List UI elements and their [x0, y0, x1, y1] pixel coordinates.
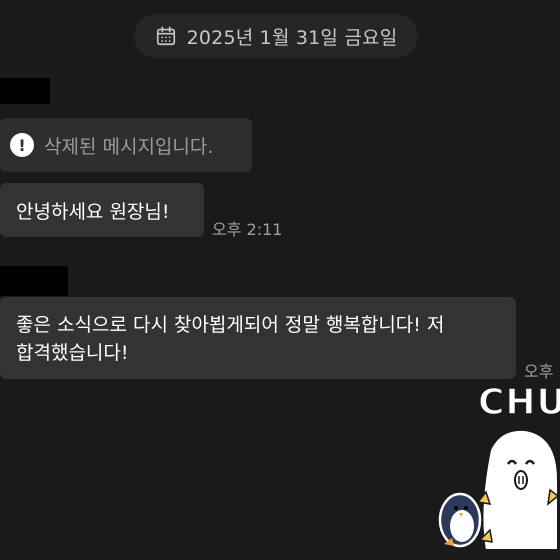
message-time: 오후 2:11 [212, 220, 283, 239]
message-bubble[interactable]: 안녕하세요 원장님! [0, 183, 204, 237]
date-text: 2025년 1월 31일 금요일 [186, 26, 398, 49]
chu-penguin-sticker[interactable] [430, 380, 560, 560]
chat-screen: 2025년 1월 31일 금요일 ! 삭제된 메시지입니다. 안녕하세요 원장님… [0, 0, 560, 560]
redacted-sender-name [0, 266, 68, 296]
date-divider: 2025년 1월 31일 금요일 [134, 14, 418, 58]
message-time: 오후 [524, 362, 554, 381]
deleted-message-bubble[interactable]: ! 삭제된 메시지입니다. [0, 118, 252, 172]
message-text-line-2: 합격했습니다! [16, 342, 129, 364]
deleted-message-text: 삭제된 메시지입니다. [44, 135, 214, 158]
redacted-sender-name [0, 78, 50, 104]
message-text: 안녕하세요 원장님! [16, 200, 170, 223]
message-bubble[interactable]: 좋은 소식으로 다시 찾아뵙게되어 정말 행복합니다! 저 합격했습니다! [0, 297, 516, 379]
exclamation-icon: ! [10, 133, 34, 157]
message-text-line-1: 좋은 소식으로 다시 찾아뵙게되어 정말 행복합니다! 저 [16, 314, 445, 336]
calendar-icon [156, 26, 175, 46]
